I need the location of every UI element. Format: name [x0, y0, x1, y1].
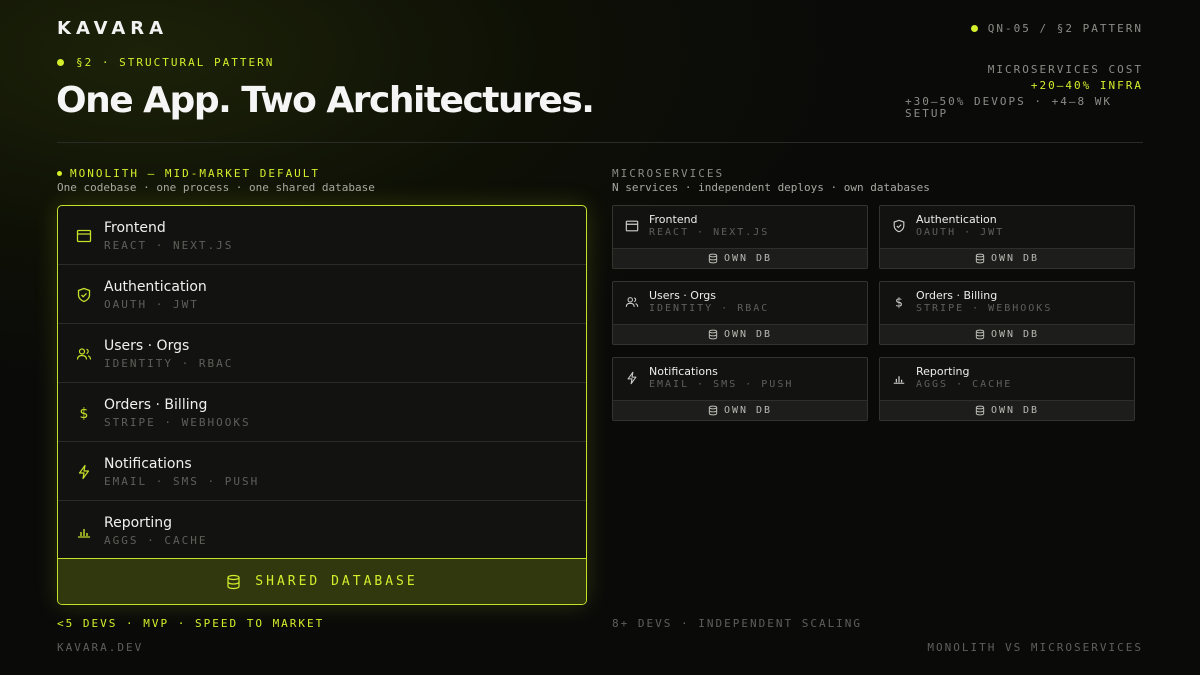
browser-window-icon: [625, 220, 639, 232]
page-tag: QN-05 / §2 PATTERN: [970, 22, 1143, 35]
microservices-subtitle: N services · independent deploys · own d…: [612, 181, 930, 194]
service-card: $ Orders · Billing STRIPE · WEBHOOKS OWN…: [879, 281, 1135, 345]
section-label: §2 · STRUCTURAL PATTERN: [57, 56, 274, 69]
database-icon: [708, 253, 718, 264]
own-db-label: OWN DB: [723, 329, 773, 340]
service-card: Authentication OAUTH · JWT OWN DB: [879, 205, 1135, 269]
module-row: Frontend REACT · NEXT.JS: [58, 206, 586, 265]
database-icon: [975, 329, 985, 340]
own-db-label: OWN DB: [990, 405, 1040, 416]
service-name: Authentication: [916, 213, 997, 226]
monolith-subtitle: One codebase · one process · one shared …: [57, 181, 375, 194]
module-row: $ Orders · Billing STRIPE · WEBHOOKS: [58, 383, 586, 442]
cost-devops: +30–50% DEVOPS · +4–8 WK SETUP: [905, 95, 1112, 120]
monolith-heading: MONOLITH — MID-MARKET DEFAULT: [57, 167, 320, 180]
module-tech: IDENTITY · RBAC: [104, 357, 234, 370]
cost-label: MICROSERVICES COST: [987, 63, 1143, 76]
bar-chart-icon: [893, 376, 905, 384]
service-card: Notifications EMAIL · SMS · PUSH OWN DB: [612, 357, 868, 421]
database-icon: [975, 405, 985, 416]
cost-infra: +20–40% INFRA: [1030, 79, 1143, 92]
service-tech: AGGS · CACHE: [916, 379, 1013, 390]
page-tag-text: QN-05 / §2 PATTERN: [987, 22, 1143, 35]
own-db-bar: OWN DB: [613, 400, 867, 420]
own-db-bar: OWN DB: [880, 248, 1134, 268]
page-title: One App. Two Architectures.: [56, 80, 595, 121]
accent-dot: [57, 59, 64, 66]
module-name: Notifications: [104, 456, 192, 472]
bar-chart-icon: [78, 529, 90, 538]
service-tech: OAUTH · JWT: [916, 227, 1005, 238]
shield-check-icon: [77, 287, 91, 303]
dollar-icon: $: [895, 295, 903, 309]
module-row: Users · Orgs IDENTITY · RBAC: [58, 324, 586, 383]
module-name: Frontend: [104, 220, 166, 236]
database-icon: [708, 405, 718, 416]
module-tech: STRIPE · WEBHOOKS: [104, 416, 251, 429]
database-icon: [708, 329, 718, 340]
dollar-icon: $: [80, 406, 89, 421]
own-db-bar: OWN DB: [613, 324, 867, 344]
service-tech: EMAIL · SMS · PUSH: [649, 379, 794, 390]
shield-check-icon: [893, 219, 905, 233]
browser-window-icon: [76, 229, 92, 243]
header-divider: [57, 142, 1143, 143]
module-row: Reporting AGGS · CACHE: [58, 501, 586, 558]
monolith-title: MONOLITH — MID-MARKET DEFAULT: [70, 167, 321, 180]
microservices-title: MICROSERVICES: [612, 167, 725, 180]
lightning-icon: [78, 464, 90, 480]
lightning-icon: [627, 371, 637, 385]
own-db-bar: OWN DB: [880, 324, 1134, 344]
service-card: Users · Orgs IDENTITY · RBAC OWN DB: [612, 281, 868, 345]
own-db-bar: OWN DB: [613, 248, 867, 268]
own-db-label: OWN DB: [990, 253, 1040, 264]
service-tech: REACT · NEXT.JS: [649, 227, 770, 238]
svg-text:$: $: [80, 406, 89, 421]
service-card: Reporting AGGS · CACHE OWN DB: [879, 357, 1135, 421]
service-tech: STRIPE · WEBHOOKS: [916, 303, 1053, 314]
accent-dot: [970, 25, 978, 32]
shared-database-bar: SHARED DATABASE: [58, 558, 586, 604]
monolith-box: Frontend REACT · NEXT.JS Authentication …: [57, 205, 587, 605]
service-name: Users · Orgs: [649, 289, 716, 302]
module-name: Reporting: [104, 515, 173, 531]
own-db-label: OWN DB: [990, 329, 1040, 340]
module-row: Authentication OAUTH · JWT: [58, 265, 586, 324]
brand-logo: KAVARA: [57, 18, 169, 39]
module-tech: REACT · NEXT.JS: [104, 239, 234, 252]
service-name: Frontend: [649, 213, 698, 226]
shared-database-label: SHARED DATABASE: [255, 574, 418, 589]
database-icon: [975, 253, 985, 264]
monolith-footer: <5 DEVS · MVP · SPEED TO MARKET: [57, 617, 325, 630]
module-name: Orders · Billing: [104, 397, 208, 413]
module-tech: EMAIL · SMS · PUSH: [104, 475, 260, 488]
site-url: KAVARA.DEV: [57, 641, 144, 654]
own-db-label: OWN DB: [723, 405, 773, 416]
own-db-label: OWN DB: [723, 253, 773, 264]
section-label-text: §2 · STRUCTURAL PATTERN: [76, 56, 275, 69]
module-name: Authentication: [104, 279, 207, 295]
service-name: Orders · Billing: [916, 289, 998, 302]
service-name: Reporting: [916, 365, 970, 378]
microservices-footer: 8+ DEVS · INDEPENDENT SCALING: [612, 617, 863, 630]
accent-dot: [57, 171, 62, 176]
module-tech: AGGS · CACHE: [104, 534, 208, 547]
module-name: Users · Orgs: [104, 338, 190, 354]
users-icon: [76, 348, 92, 360]
service-card: Frontend REACT · NEXT.JS OWN DB: [612, 205, 868, 269]
module-tech: OAUTH · JWT: [104, 298, 199, 311]
cost-summary: MICROSERVICES COST +20–40% INFRA +30–50%…: [905, 62, 1143, 120]
service-name: Notifications: [649, 365, 718, 378]
service-tech: IDENTITY · RBAC: [649, 303, 770, 314]
svg-text:$: $: [895, 295, 903, 309]
own-db-bar: OWN DB: [880, 400, 1134, 420]
module-row: Notifications EMAIL · SMS · PUSH: [58, 442, 586, 501]
page-topic: MONOLITH VS MICROSERVICES: [927, 641, 1143, 654]
database-icon: [227, 574, 240, 589]
users-icon: [625, 297, 639, 307]
